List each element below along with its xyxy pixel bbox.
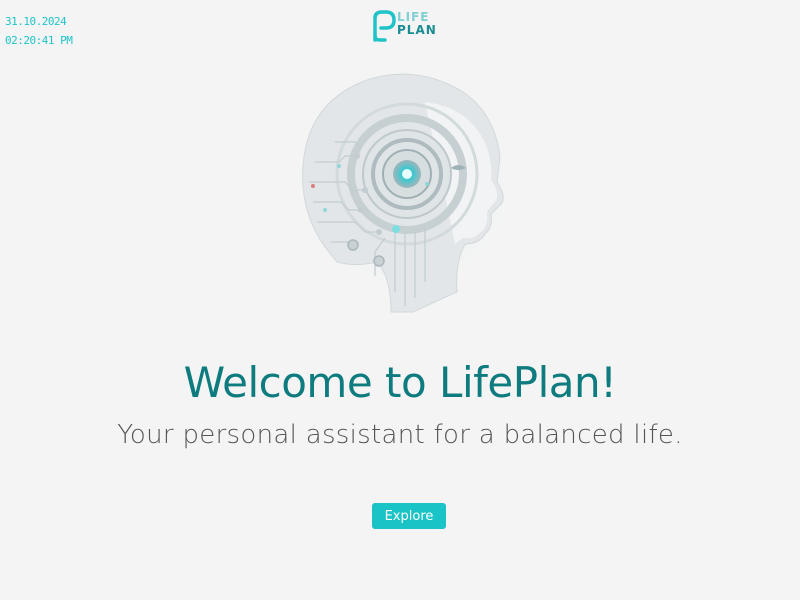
time-text: 02:20:41 PM <box>5 34 73 47</box>
logo-line-plan: PLAN <box>397 23 437 37</box>
logo-wordmark: LIFE PLAN <box>397 11 437 37</box>
explore-button[interactable]: Explore <box>372 503 446 529</box>
date-time-display: 31.10.2024 02:20:41 PM <box>5 12 73 50</box>
lifeplan-logo-icon <box>373 10 396 42</box>
ai-head-illustration <box>295 70 515 313</box>
lifeplan-logo[interactable]: LIFE PLAN <box>371 10 451 42</box>
welcome-title: Welcome to LifePlan! <box>183 358 617 407</box>
date-text: 31.10.2024 <box>5 15 67 28</box>
landing-page: 31.10.2024 02:20:41 PM LIFE PLAN Welcome… <box>0 0 800 600</box>
welcome-subtitle: Your personal assistant for a balanced l… <box>117 420 683 450</box>
